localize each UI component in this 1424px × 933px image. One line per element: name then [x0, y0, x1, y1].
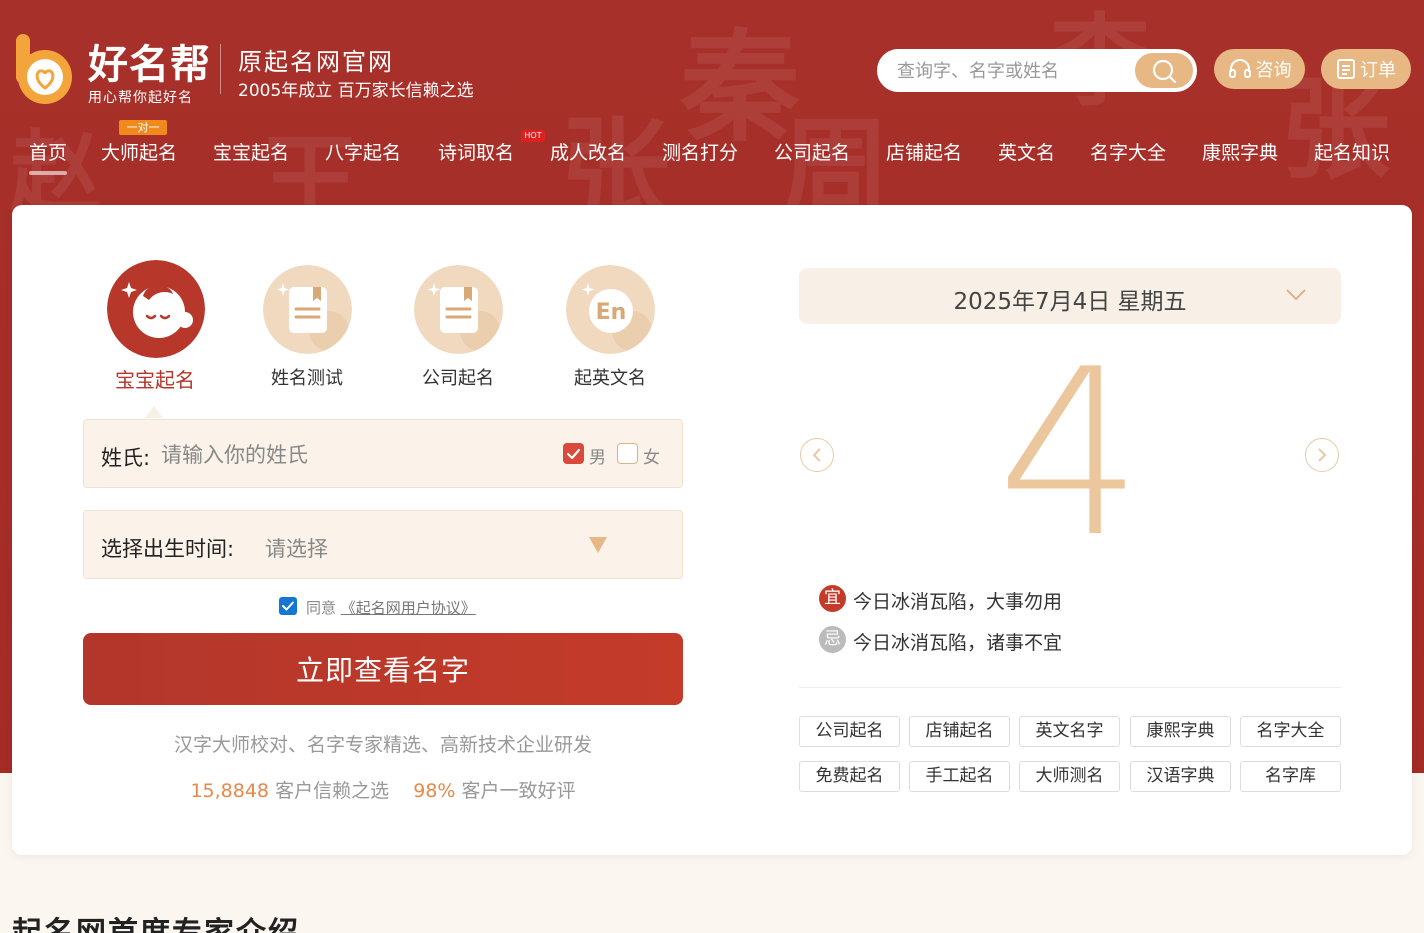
one-on-one-badge: 一对一	[119, 120, 167, 135]
nav-adult-rename[interactable]: 成人改名	[550, 138, 626, 165]
agree-text: 同意 《起名网用户协议》	[306, 597, 476, 618]
birth-time-field[interactable]: 选择出生时间: 请选择	[83, 510, 683, 579]
date-text: 2025年7月4日 星期五	[953, 289, 1187, 315]
agree-prefix: 同意	[306, 599, 337, 617]
tab-english-name[interactable]: En 起英文名	[555, 262, 665, 392]
svg-text:En: En	[596, 300, 627, 325]
brand-logo[interactable]	[14, 30, 76, 108]
consult-label: 咨询	[1255, 60, 1292, 81]
section-title: 起名网首席专家介绍	[12, 908, 300, 933]
yi-text: 今日冰消瓦陷，大事勿用	[853, 591, 1063, 613]
agree-checkbox[interactable]	[279, 597, 297, 615]
site-name: 原起名网官网	[238, 48, 394, 76]
nav-shop-naming[interactable]: 店铺起名	[886, 138, 962, 165]
nav-kangxi-dict[interactable]: 康熙字典	[1202, 138, 1278, 165]
user-agreement-link[interactable]: 《起名网用户协议》	[341, 599, 476, 617]
tab-company-naming[interactable]: 公司起名	[403, 262, 513, 392]
gender-male-checkbox[interactable]	[563, 443, 584, 464]
tag-link[interactable]: 公司起名	[799, 716, 900, 747]
dropdown-triangle-icon	[589, 537, 607, 553]
surname-field: 姓氏: 男 女	[83, 419, 683, 488]
baby-face-icon	[107, 260, 205, 358]
nav-bazi-naming[interactable]: 八字起名	[325, 138, 401, 165]
stat-rating-text: 客户一致好评	[461, 780, 576, 802]
brand-name: 好名帮	[88, 42, 211, 88]
day-number: 4	[996, 321, 1144, 588]
nav-poetry-naming[interactable]: 诗词取名	[438, 138, 514, 165]
check-icon	[566, 448, 581, 460]
main-nav: 首页 大师起名 宝宝起名 八字起名 诗词取名 成人改名 测名打分 公司起名 店铺…	[0, 138, 1424, 178]
search-input[interactable]	[897, 59, 1117, 83]
site-slogan: 2005年成立 百万家长信赖之选	[238, 81, 474, 101]
nav-naming-knowledge[interactable]: 起名知识	[1314, 138, 1390, 165]
gender-female-label: 女	[643, 448, 660, 468]
submit-button[interactable]: 立即查看名字	[83, 633, 683, 705]
nav-name-directory[interactable]: 名字大全	[1090, 138, 1166, 165]
search-icon	[1152, 59, 1177, 83]
nav-company-naming[interactable]: 公司起名	[774, 138, 850, 165]
tag-link[interactable]: 汉语字典	[1130, 761, 1231, 792]
nav-english-name[interactable]: 英文名	[998, 138, 1055, 165]
tag-link[interactable]: 手工起名	[909, 761, 1010, 792]
nav-name-score[interactable]: 测名打分	[662, 138, 738, 165]
yi-icon: 宜	[819, 585, 846, 612]
birth-time-select[interactable]: 请选择	[265, 533, 328, 563]
header-divider	[220, 44, 221, 94]
brand-slogan: 用心帮你起好名	[88, 90, 193, 106]
order-icon	[1337, 59, 1355, 79]
consult-button[interactable]: 咨询	[1214, 49, 1305, 89]
order-label: 订单	[1360, 60, 1396, 81]
surname-input[interactable]	[161, 440, 521, 470]
stat-rating-number: 98%	[413, 780, 456, 802]
tab-label: 起英文名	[574, 368, 646, 389]
tagline: 汉字大师校对、名字专家精选、高新技术企业研发	[173, 734, 592, 756]
search-button[interactable]	[1135, 53, 1193, 88]
tab-label: 公司起名	[422, 368, 494, 389]
stat-customers-text: 客户信赖之选	[275, 780, 390, 802]
en-icon: En	[566, 265, 655, 354]
tag-link[interactable]: 名字大全	[1240, 716, 1341, 747]
nav-baby-naming[interactable]: 宝宝起名	[213, 138, 289, 165]
book-icon	[414, 265, 503, 354]
tab-baby-naming[interactable]: 宝宝起名	[100, 258, 210, 393]
tag-link[interactable]: 康熙字典	[1130, 716, 1231, 747]
calendar-divider	[799, 687, 1341, 688]
date-selector[interactable]: 2025年7月4日 星期五	[799, 268, 1341, 324]
tab-pointer	[145, 406, 163, 418]
chevron-left-icon	[812, 448, 821, 462]
tab-label: 姓名测试	[271, 368, 343, 389]
ji-text: 今日冰消瓦陷，诸事不宜	[853, 632, 1063, 654]
next-day-button[interactable]	[1305, 438, 1339, 472]
headset-icon	[1228, 59, 1251, 78]
nav-home[interactable]: 首页	[29, 138, 68, 175]
tab-label: 宝宝起名	[115, 368, 195, 392]
check-icon	[282, 601, 294, 611]
search-box	[877, 49, 1197, 92]
book-icon	[263, 265, 352, 354]
chevron-right-icon	[1318, 448, 1327, 462]
tab-name-test[interactable]: 姓名测试	[252, 262, 362, 392]
tag-link[interactable]: 免费起名	[799, 761, 900, 792]
stats-line: 15,8848 客户信赖之选 98% 客户一致好评	[83, 776, 683, 803]
surname-label: 姓氏:	[101, 446, 151, 470]
gender-male-label: 男	[589, 448, 606, 468]
tag-link[interactable]: 名字库	[1240, 761, 1341, 792]
birth-time-label: 选择出生时间:	[101, 537, 235, 561]
nav-master-naming[interactable]: 大师起名	[101, 138, 177, 165]
order-button[interactable]: 订单	[1321, 49, 1411, 89]
prev-day-button[interactable]	[800, 438, 834, 472]
gender-female-checkbox[interactable]	[617, 443, 638, 464]
tag-link[interactable]: 英文名字	[1019, 716, 1120, 747]
stat-customers-number: 15,8848	[190, 780, 270, 802]
chevron-down-icon	[1286, 289, 1306, 301]
ji-icon: 忌	[819, 626, 846, 653]
tag-link[interactable]: 店铺起名	[909, 716, 1010, 747]
tag-link[interactable]: 大师测名	[1019, 761, 1120, 792]
